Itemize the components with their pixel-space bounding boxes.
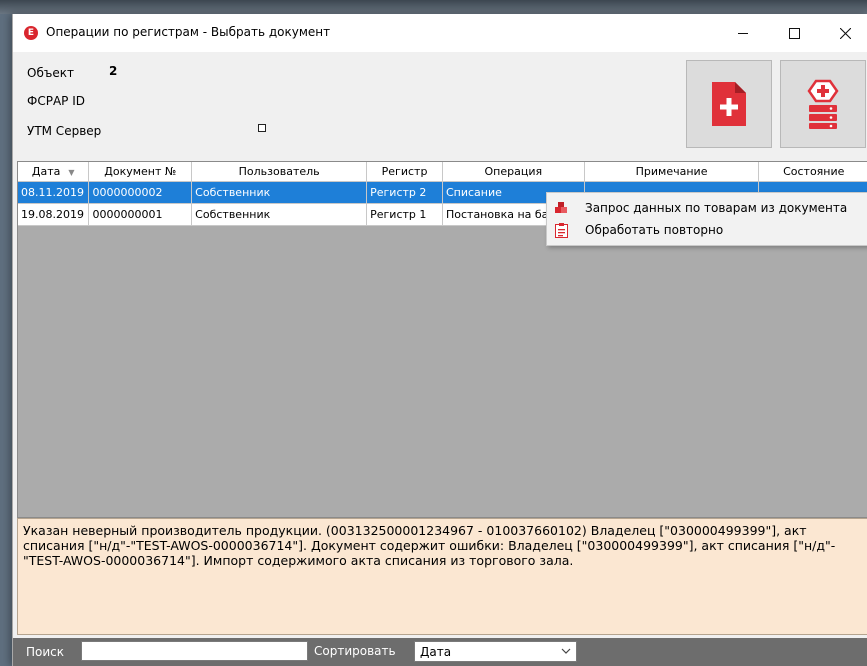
desktop-background	[0, 0, 867, 14]
sort-select-value: Дата	[420, 645, 452, 659]
sort-label: Сортировать	[314, 644, 396, 658]
fsrar-id-label: ФСРАР ID	[27, 94, 85, 108]
app-logo-icon: E	[24, 26, 38, 40]
close-icon	[839, 27, 851, 39]
sort-down-icon: ▼	[68, 168, 75, 177]
column-header-register[interactable]: Регистр	[366, 162, 443, 182]
minimize-icon	[738, 32, 748, 34]
chevron-down-icon	[561, 645, 571, 659]
cell-date: 19.08.2019	[18, 203, 90, 226]
cell-register: Регистр 1	[366, 203, 443, 226]
sort-select[interactable]: Дата	[414, 641, 577, 662]
new-document-icon	[712, 82, 746, 126]
column-header-date[interactable]: Дата ▼	[18, 162, 90, 182]
menu-item-label: Обработать повторно	[585, 223, 724, 237]
search-label: Поиск	[26, 645, 65, 659]
new-document-button[interactable]	[686, 60, 772, 148]
boxes-icon	[553, 200, 569, 216]
utm-checkbox[interactable]	[258, 124, 266, 132]
table-header-row: Дата ▼ Документ № Пользователь Регистр Оп…	[18, 162, 867, 182]
cell-document: 0000000002	[88, 181, 193, 204]
title-bar: E Операции по регистрам - Выбрать докуме…	[13, 14, 867, 52]
utm-server-label: УТМ Сервер	[27, 124, 102, 138]
cell-user: Собственник	[191, 181, 368, 204]
window-title: Операции по регистрам - Выбрать документ	[46, 25, 331, 39]
menu-item-reprocess[interactable]: Обработать повторно	[547, 219, 867, 241]
main-window: E Операции по регистрам - Выбрать докуме…	[12, 14, 867, 666]
cell-user: Собственник	[191, 203, 368, 226]
clipboard-icon	[553, 222, 569, 238]
column-header-note[interactable]: Примечание	[584, 162, 760, 182]
search-input[interactable]	[81, 641, 308, 661]
cell-register: Регистр 2	[366, 181, 443, 204]
column-header-status[interactable]: Состояние	[758, 162, 867, 182]
column-header-operation[interactable]: Операция	[442, 162, 585, 182]
object-label: Объект	[27, 66, 74, 80]
cell-date: 08.11.2019	[18, 181, 90, 204]
cell-document: 0000000001	[88, 203, 193, 226]
column-header-document[interactable]: Документ №	[88, 162, 193, 182]
menu-item-label: Запрос данных по товарам из документа	[585, 201, 848, 215]
maximize-button[interactable]	[771, 14, 817, 52]
minimize-button[interactable]	[720, 14, 766, 52]
server-add-icon	[807, 79, 839, 129]
column-header-user[interactable]: Пользователь	[191, 162, 368, 182]
add-server-button[interactable]	[780, 60, 866, 148]
object-value: 2	[109, 64, 118, 78]
maximize-icon	[788, 27, 800, 39]
close-button[interactable]	[822, 14, 867, 52]
menu-item-request-goods-data[interactable]: Запрос данных по товарам из документа	[547, 197, 867, 219]
message-panel: Указан неверный производитель продукции.…	[17, 518, 867, 635]
context-menu: Запрос данных по товарам из документа Об…	[546, 192, 867, 246]
bottom-toolbar: Поиск Сортировать Дата	[13, 638, 867, 666]
